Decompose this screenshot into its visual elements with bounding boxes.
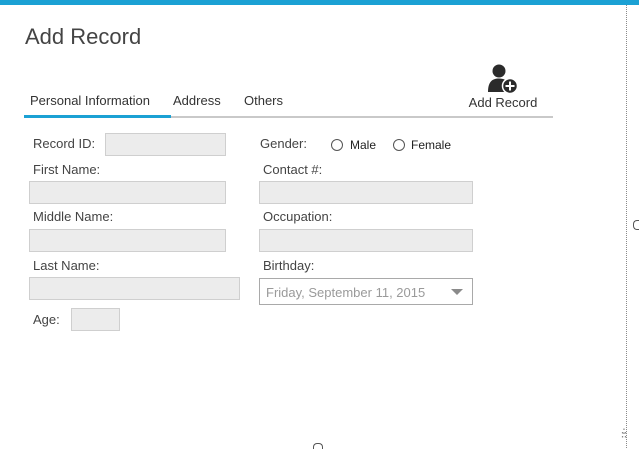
middle-name-field[interactable] bbox=[29, 229, 226, 252]
page-title: Add Record bbox=[25, 24, 142, 49]
tab-others[interactable]: Others bbox=[244, 93, 283, 108]
birthday-date-picker[interactable]: Friday, September 11, 2015 bbox=[259, 278, 473, 305]
window-top-accent-bar bbox=[0, 0, 639, 5]
bottom-resize-handle[interactable] bbox=[313, 443, 323, 449]
right-resize-handle[interactable] bbox=[633, 220, 639, 230]
birthday-label: Birthday: bbox=[263, 258, 315, 273]
gender-label: Gender: bbox=[260, 136, 307, 151]
gender-male-label[interactable]: Male bbox=[350, 138, 376, 152]
resize-grip-icon[interactable]: ∴ ∴ bbox=[621, 427, 627, 441]
record-id-field[interactable] bbox=[105, 133, 226, 156]
occupation-field[interactable] bbox=[259, 229, 473, 252]
middle-name-label: Middle Name: bbox=[33, 209, 114, 224]
gender-female-radio[interactable] bbox=[393, 139, 405, 151]
occupation-label: Occupation: bbox=[263, 209, 333, 224]
contact-field[interactable] bbox=[259, 181, 473, 204]
first-name-label: First Name: bbox=[33, 162, 101, 177]
last-name-field[interactable] bbox=[29, 277, 240, 300]
record-id-label: Record ID: bbox=[33, 136, 96, 151]
first-name-field[interactable] bbox=[29, 181, 226, 204]
gender-male-radio[interactable] bbox=[331, 139, 343, 151]
age-label: Age: bbox=[33, 312, 60, 327]
tab-active-indicator bbox=[24, 115, 171, 118]
tab-personal-information[interactable]: Personal Information bbox=[30, 93, 150, 108]
chevron-down-icon[interactable] bbox=[451, 289, 463, 295]
birthday-value: Friday, September 11, 2015 bbox=[266, 285, 426, 300]
tab-strip: Personal Information Address Others bbox=[24, 88, 553, 118]
window-right-border bbox=[626, 5, 627, 448]
age-field[interactable] bbox=[71, 308, 120, 331]
tab-address[interactable]: Address bbox=[173, 93, 221, 108]
contact-label: Contact #: bbox=[263, 162, 323, 177]
gender-female-label[interactable]: Female bbox=[411, 138, 451, 152]
last-name-label: Last Name: bbox=[33, 258, 100, 273]
